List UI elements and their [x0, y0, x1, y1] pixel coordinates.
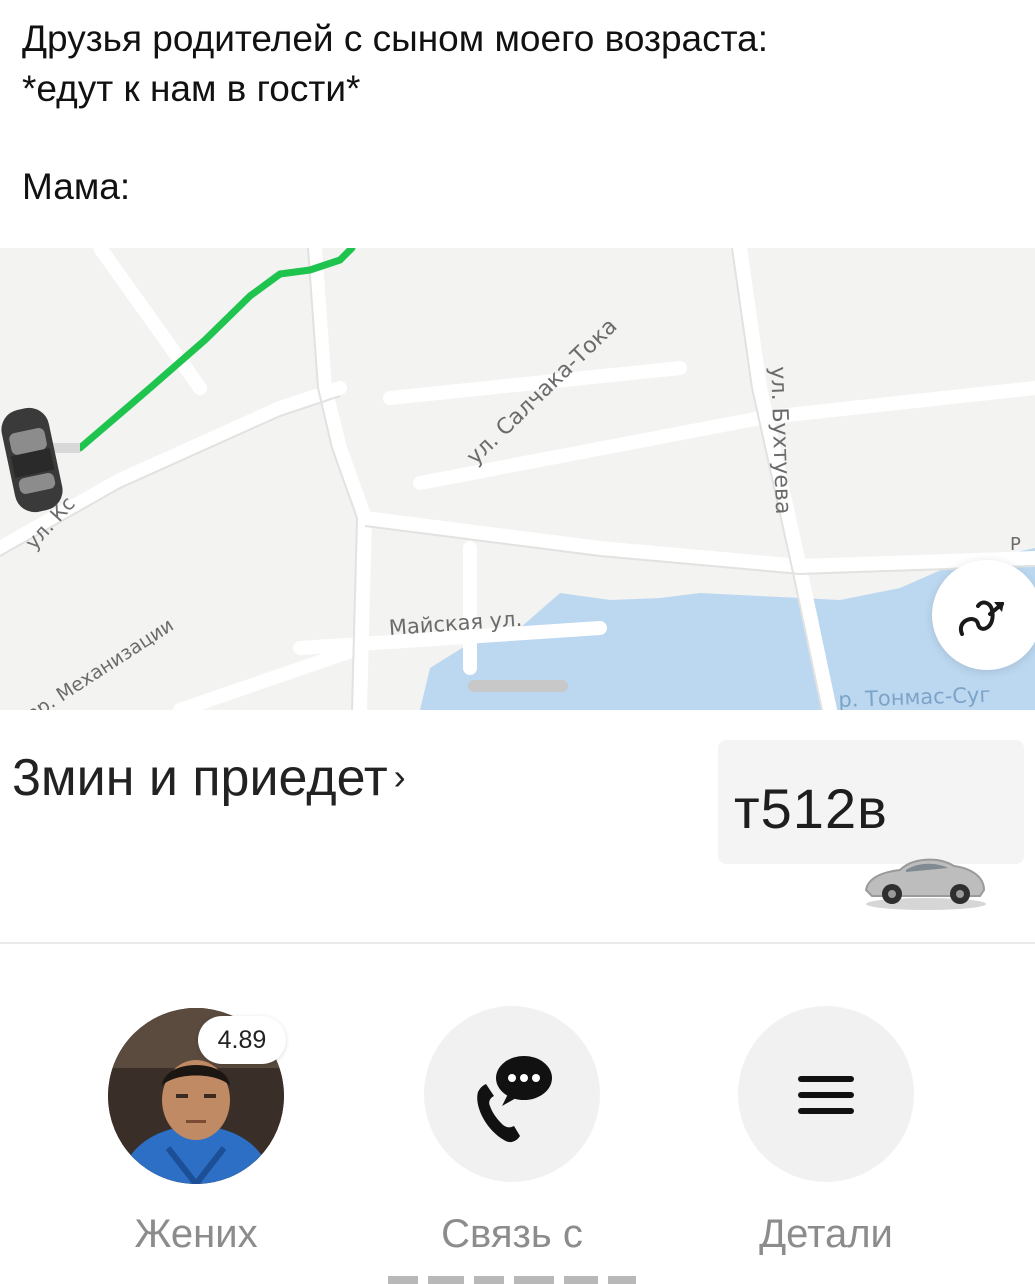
route-button[interactable]	[932, 560, 1035, 670]
caption-line-1: Друзья родителей с сыном моего возраста:	[22, 18, 769, 59]
chevron-right-icon: ›	[393, 756, 406, 797]
sheet-drag-handle[interactable]	[468, 680, 568, 692]
map-view[interactable]: ул. Салчака-Тока ул. Бухтуева пер. Механ…	[0, 248, 1035, 710]
phone-chat-icon	[477, 1056, 552, 1143]
cut-off-text	[388, 1276, 636, 1284]
street-label: р. Тонмас-Суг	[838, 682, 991, 710]
street-label: ул. Бухтуева	[765, 366, 796, 515]
meme-caption: Друзья родителей с сыном моего возраста:…	[22, 14, 1022, 212]
trip-panel: 3мин и приедет › т512в 4.89 Жених Связь …	[0, 710, 1035, 1284]
license-plate: т512в	[734, 777, 888, 840]
details-button[interactable]	[738, 1006, 914, 1182]
contact-button[interactable]	[424, 1006, 600, 1182]
details-label[interactable]: Детали	[738, 1212, 914, 1257]
driver-label[interactable]: Жених	[108, 1212, 284, 1257]
car-icon	[864, 858, 986, 910]
driver-rating-badge: 4.89	[198, 1016, 286, 1064]
contact-label[interactable]: Связь с	[424, 1212, 600, 1257]
caption-line-2: *едут к нам в гости*	[22, 68, 361, 109]
eta-text: 3мин и приедет	[12, 749, 388, 807]
street-label: Р	[1010, 534, 1021, 555]
route-icon	[958, 600, 1004, 636]
caption-line-3: Мама:	[22, 166, 131, 207]
divider	[0, 942, 1035, 944]
menu-icon	[798, 1076, 854, 1114]
eta-header[interactable]: 3мин и приедет ›	[12, 748, 406, 808]
